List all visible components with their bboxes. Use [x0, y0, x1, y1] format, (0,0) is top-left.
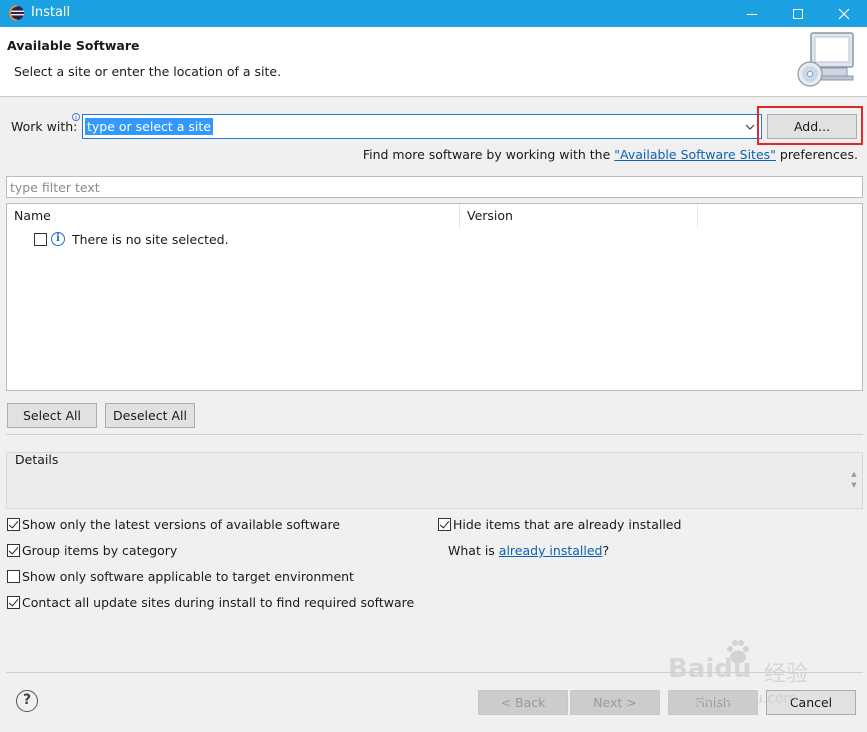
work-with-label: Work with: — [11, 119, 78, 134]
hide-installed-label[interactable]: Hide items that are already installed — [453, 517, 681, 532]
minimize-icon — [747, 13, 757, 15]
install-computer-icon — [797, 32, 854, 87]
maximize-button[interactable] — [775, 0, 821, 27]
work-with-value[interactable]: type or select a site — [85, 118, 213, 135]
scroll-down-icon[interactable]: ▼ — [851, 481, 856, 489]
column-header-name[interactable]: Name — [7, 204, 460, 228]
watermark-url: jingyan.baidu.com — [668, 691, 798, 707]
wizard-header: Available Software Select a site or ente… — [0, 27, 867, 97]
column-header-version[interactable]: Version — [460, 204, 698, 228]
what-is-installed: What is already installed? — [448, 543, 609, 558]
close-button[interactable] — [821, 0, 867, 27]
info-hint-icon — [72, 113, 80, 121]
page-subtitle: Select a site or enter the location of a… — [14, 64, 282, 79]
what-is-suffix: ? — [602, 543, 610, 558]
divider — [6, 434, 863, 435]
baidu-watermark: Baidu 经验 jingyan.baidu.com — [666, 638, 826, 718]
available-sites-link[interactable]: "Available Software Sites" — [614, 147, 776, 162]
prefs-text-after: preferences. — [775, 147, 858, 162]
title-bar: Install — [0, 0, 867, 27]
details-label: Details — [15, 452, 59, 467]
next-button[interactable]: Next > — [570, 690, 660, 715]
applicable-only-label[interactable]: Show only software applicable to target … — [22, 569, 354, 584]
select-all-button[interactable]: Select All — [7, 403, 97, 428]
prefs-text-before: Find more software by working with the — [362, 147, 615, 162]
empty-message: There is no site selected. — [72, 232, 229, 247]
eclipse-logo-icon — [9, 5, 24, 21]
details-scrollbar[interactable]: ▲ ▼ — [848, 469, 860, 493]
hide-installed-checkbox[interactable] — [438, 518, 451, 531]
deselect-all-button[interactable]: Deselect All — [105, 403, 195, 428]
what-is-prefix: What is — [448, 543, 499, 558]
watermark-cn: 经验 — [764, 662, 809, 687]
back-button[interactable]: < Back — [478, 690, 568, 715]
contact-sites-checkbox[interactable] — [7, 596, 20, 609]
filter-field[interactable] — [6, 176, 863, 198]
watermark-brand: Baidu — [668, 654, 752, 684]
help-icon[interactable]: ? — [16, 690, 38, 712]
close-icon — [838, 8, 850, 19]
show-latest-checkbox[interactable] — [7, 518, 20, 531]
row-checkbox[interactable] — [34, 233, 47, 246]
group-by-category-checkbox[interactable] — [7, 544, 20, 557]
already-installed-link[interactable]: already installed — [499, 543, 603, 558]
window-title: Install — [31, 5, 71, 20]
group-by-category-label[interactable]: Group items by category — [22, 543, 177, 558]
contact-sites-label[interactable]: Contact all update sites during install … — [22, 595, 414, 610]
chevron-down-icon[interactable] — [743, 117, 757, 137]
add-site-button[interactable]: Add... — [767, 114, 857, 139]
page-title: Available Software — [7, 38, 140, 53]
maximize-icon — [793, 8, 803, 19]
applicable-only-checkbox[interactable] — [7, 570, 20, 583]
details-panel: Details ▲ ▼ — [6, 452, 863, 509]
info-icon: i — [51, 232, 65, 246]
show-latest-label[interactable]: Show only the latest versions of availab… — [22, 517, 340, 532]
prefs-hint: Find more software by working with the "… — [363, 147, 858, 162]
filter-input[interactable] — [7, 177, 862, 197]
software-tree[interactable]: Name Version i There is no site selected… — [6, 203, 863, 391]
work-with-combo[interactable]: type or select a site — [82, 114, 762, 139]
scroll-up-icon[interactable]: ▲ — [851, 470, 856, 478]
minimize-button[interactable] — [729, 0, 775, 27]
